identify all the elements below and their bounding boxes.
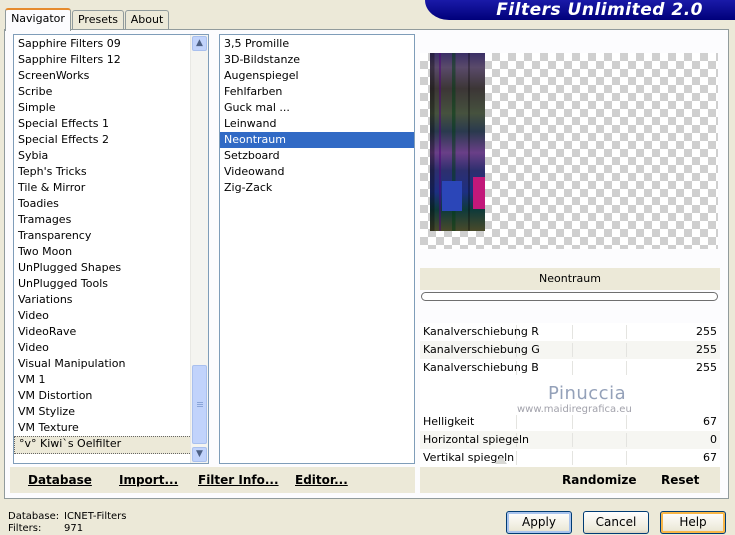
tab-presets[interactable]: Presets [72, 10, 124, 29]
param-label: Horizontal spiegeln [423, 433, 529, 446]
preview-canvas [420, 53, 718, 249]
filter-item[interactable]: Videowand [220, 164, 414, 180]
status-filters-value: 971 [64, 523, 84, 534]
database-button[interactable]: Database [28, 467, 92, 493]
reset-button[interactable]: Reset [661, 467, 699, 493]
filter-name-label: Neontraum [420, 268, 720, 290]
param-label: Kanalverschiebung R [423, 325, 539, 338]
param-row[interactable]: Helligkeit 67 [420, 413, 720, 431]
param-value: 0 [710, 433, 717, 446]
param-label: Helligkeit [423, 415, 475, 428]
help-button[interactable]: Help [660, 511, 726, 534]
category-item[interactable]: VideoRave [14, 324, 208, 340]
preview-image-patch [473, 177, 485, 209]
category-item[interactable]: Two Moon [14, 244, 208, 260]
app-title-banner: Filters Unlimited 2.0 [425, 0, 735, 20]
filter-item[interactable]: 3,5 Promille [220, 36, 414, 52]
category-item[interactable]: °v° Kiwi`s Oelfilter [14, 436, 208, 454]
apply-button[interactable]: Apply [506, 511, 572, 534]
param-row[interactable]: Kanalverschiebung B 255 [420, 359, 720, 377]
param-value: 255 [696, 361, 717, 374]
category-item[interactable]: UnPlugged Tools [14, 276, 208, 292]
status-database-label: Database: [8, 511, 60, 522]
category-item[interactable]: VM Stylize [14, 404, 208, 420]
param-slider-track[interactable] [516, 451, 666, 465]
tab-navigator[interactable]: Navigator [5, 8, 71, 31]
filter-item[interactable]: Neontraum [220, 132, 414, 148]
filter-item[interactable]: 3D-Bildstanze [220, 52, 414, 68]
status-database: Database: ICNET-Filters [8, 511, 127, 523]
category-item[interactable]: Simple [14, 100, 208, 116]
watermark-site: www.maidiregrafica.eu [517, 404, 632, 415]
category-item[interactable]: Visual Manipulation [14, 356, 208, 372]
category-item[interactable]: Teph's Tricks [14, 164, 208, 180]
param-label: Kanalverschiebung B [423, 361, 539, 374]
category-item[interactable]: Sapphire Filters 09 [14, 36, 208, 52]
scroll-thumb[interactable] [192, 365, 207, 444]
category-item[interactable]: Toadies [14, 196, 208, 212]
filter-item[interactable]: Guck mal ... [220, 100, 414, 116]
category-item[interactable]: Tile & Mirror [14, 180, 208, 196]
status-filters: Filters: 971 [8, 523, 83, 535]
editor-button[interactable]: Editor... [295, 467, 348, 493]
category-item[interactable]: VM Texture [14, 420, 208, 436]
param-label: Kanalverschiebung G [423, 343, 540, 356]
filter-list[interactable]: 3,5 Promille 3D-Bildstanze Augenspiegel Feh… [219, 34, 415, 464]
status-database-value: ICNET-Filters [64, 511, 127, 522]
right-toolbar: Randomize Reset [420, 467, 720, 493]
param-value: 255 [696, 343, 717, 356]
category-scrollbar[interactable]: ▲ ▼ [190, 35, 208, 463]
cancel-button[interactable]: Cancel [583, 511, 649, 534]
category-item[interactable]: Special Effects 1 [14, 116, 208, 132]
filter-item[interactable]: Augenspiegel [220, 68, 414, 84]
progress-bar [421, 292, 718, 301]
category-item[interactable]: Special Effects 2 [14, 132, 208, 148]
category-list[interactable]: Sapphire Filters 09 Sapphire Filters 12 Sc… [13, 34, 209, 464]
status-filters-label: Filters: [8, 523, 42, 534]
category-item[interactable]: UnPlugged Shapes [14, 260, 208, 276]
category-item[interactable]: Tramages [14, 212, 208, 228]
param-row[interactable]: Horizontal spiegeln 0 [420, 431, 720, 449]
category-item[interactable]: ScreenWorks [14, 68, 208, 84]
param-row[interactable]: Kanalverschiebung G 255 [420, 341, 720, 359]
category-item[interactable]: Variations [14, 292, 208, 308]
param-value: 67 [703, 451, 717, 464]
category-item[interactable]: VM 1 [14, 372, 208, 388]
filter-item[interactable]: Setzboard [220, 148, 414, 164]
param-slider-track[interactable] [516, 415, 666, 429]
param-row[interactable]: Vertikal spiegeln 67 [420, 449, 720, 467]
scroll-up-icon[interactable]: ▲ [192, 36, 207, 51]
param-slider-track[interactable] [516, 433, 666, 447]
filter-item[interactable]: Zig-Zack [220, 180, 414, 196]
filter-item[interactable]: Fehlfarben [220, 84, 414, 100]
filter-info-button[interactable]: Filter Info... [198, 467, 279, 493]
category-item[interactable]: Sybia [14, 148, 208, 164]
category-item[interactable]: Sapphire Filters 12 [14, 52, 208, 68]
category-item[interactable]: Video [14, 308, 208, 324]
param-value: 255 [696, 325, 717, 338]
param-value: 67 [703, 415, 717, 428]
param-row[interactable]: Kanalverschiebung R 255 [420, 323, 720, 341]
category-item[interactable]: Scribe [14, 84, 208, 100]
preview-image-patch [442, 181, 462, 211]
import-button[interactable]: Import... [119, 467, 178, 493]
left-toolbar: Database Import... Filter Info... Editor… [10, 467, 415, 493]
category-item[interactable]: Transparency [14, 228, 208, 244]
category-item[interactable]: VM Distortion [14, 388, 208, 404]
slider-arrow-icon [495, 456, 507, 464]
filter-item[interactable]: Leinwand [220, 116, 414, 132]
scroll-down-icon[interactable]: ▼ [192, 447, 207, 462]
watermark-name: Pinuccia [548, 383, 627, 404]
category-item[interactable]: Video [14, 340, 208, 356]
randomize-button[interactable]: Randomize [562, 467, 636, 493]
tab-about[interactable]: About [125, 10, 169, 29]
